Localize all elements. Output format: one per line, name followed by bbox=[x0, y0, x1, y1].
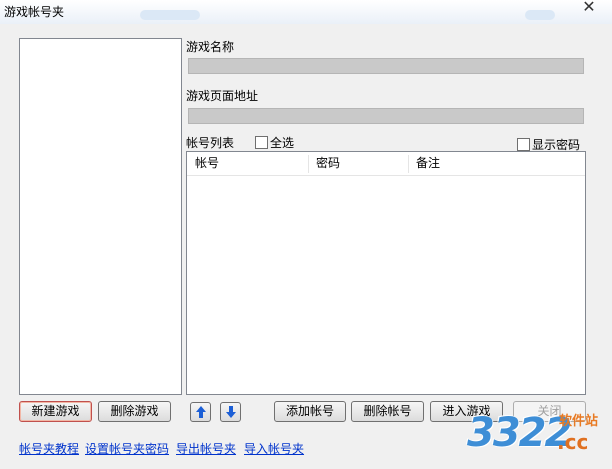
background-strip bbox=[140, 10, 200, 20]
close-icon[interactable]: ✕ bbox=[580, 0, 598, 16]
select-all-label: 全选 bbox=[270, 136, 295, 150]
import-link[interactable]: 导入帐号夹 bbox=[244, 440, 304, 457]
arrow-up-icon bbox=[196, 406, 206, 418]
game-url-label: 游戏页面地址 bbox=[186, 89, 259, 103]
watermark-label: 软件站 bbox=[559, 414, 599, 429]
site-watermark: 3322 .cc 软件站 bbox=[467, 402, 610, 466]
window-title: 游戏帐号夹 bbox=[4, 5, 65, 19]
select-all-checkbox[interactable] bbox=[255, 136, 268, 149]
game-url-field[interactable] bbox=[188, 108, 584, 124]
delete-account-button[interactable]: 删除帐号 bbox=[351, 401, 424, 422]
new-game-button[interactable]: 新建游戏 bbox=[19, 401, 92, 422]
background-strip bbox=[525, 10, 555, 20]
arrow-down-icon bbox=[226, 406, 236, 418]
add-account-button[interactable]: 添加帐号 bbox=[274, 401, 346, 422]
delete-game-button[interactable]: 删除游戏 bbox=[98, 401, 171, 422]
game-list[interactable] bbox=[19, 38, 182, 395]
game-name-label: 游戏名称 bbox=[186, 40, 235, 54]
main-panel: 游戏名称 游戏页面地址 帐号列表 全选 显示密码 帐号 密码 备注 新建游戏 删… bbox=[6, 24, 606, 464]
account-table[interactable]: 帐号 密码 备注 bbox=[186, 151, 586, 395]
export-link[interactable]: 导出帐号夹 bbox=[176, 440, 236, 457]
account-list-label: 帐号列表 bbox=[186, 136, 235, 150]
title-bar: 游戏帐号夹 ✕ bbox=[0, 0, 612, 24]
show-password-checkbox[interactable] bbox=[517, 138, 530, 151]
column-header-note[interactable]: 备注 bbox=[408, 152, 584, 175]
column-header-password[interactable]: 密码 bbox=[308, 152, 408, 175]
watermark-suffix: .cc bbox=[557, 430, 589, 454]
watermark-number: 3322 bbox=[467, 410, 572, 456]
table-header: 帐号 密码 备注 bbox=[187, 152, 585, 176]
column-header-account[interactable]: 帐号 bbox=[187, 152, 308, 175]
set-password-link[interactable]: 设置帐号夹密码 bbox=[85, 440, 169, 457]
move-down-button[interactable] bbox=[220, 402, 241, 422]
tutorial-link[interactable]: 帐号夹教程 bbox=[19, 440, 79, 457]
game-name-field[interactable] bbox=[188, 58, 584, 74]
account-folder-window: 游戏帐号夹 ✕ 游戏名称 游戏页面地址 帐号列表 全选 显示密码 帐号 密码 备… bbox=[0, 0, 612, 469]
move-up-button[interactable] bbox=[190, 402, 211, 422]
